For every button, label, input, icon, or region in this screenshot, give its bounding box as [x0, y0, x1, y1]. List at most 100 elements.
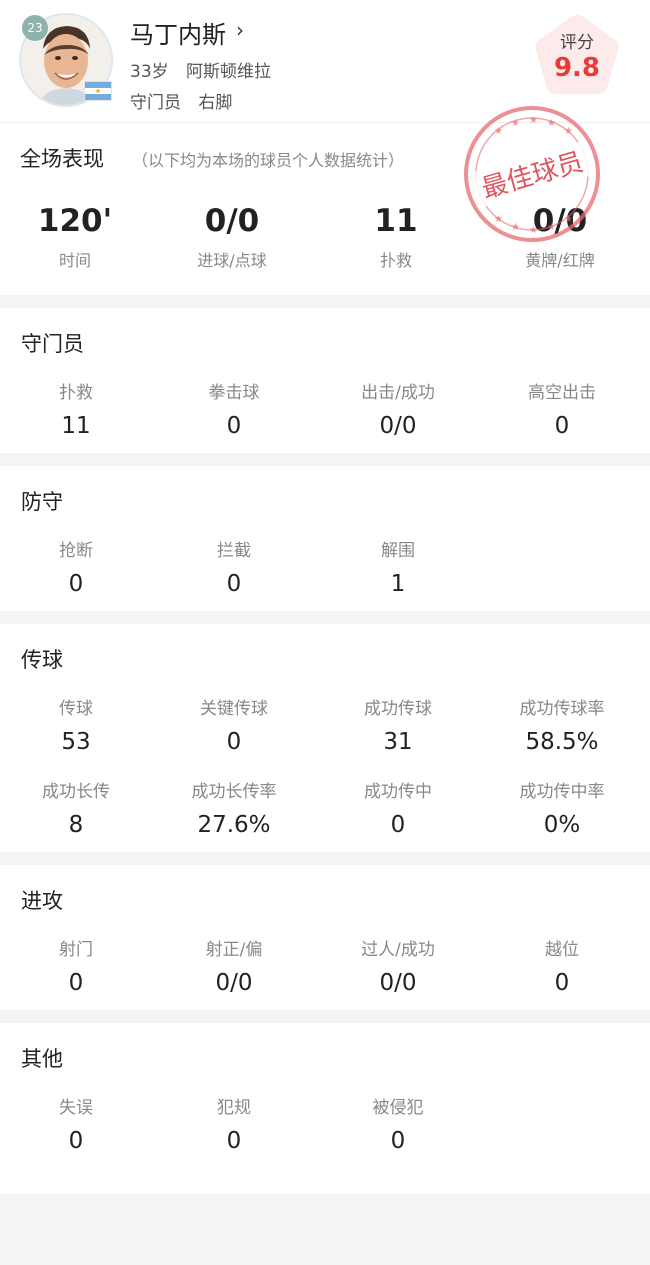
section-goalkeeper: 守门员 扑救 11 拳击球 0 出击/成功 0/0 高空出击 0	[0, 308, 650, 453]
section-divider	[0, 295, 650, 308]
overview-stat-time: 120' 时间	[0, 203, 150, 271]
svg-text:★: ★	[564, 214, 573, 225]
stat-cell: 关键传球 0	[152, 698, 316, 755]
stat-label: 拦截	[217, 541, 251, 561]
stat-value: 0	[226, 729, 242, 755]
stat-value: 1	[390, 571, 406, 597]
stat-value: 120'	[37, 203, 113, 239]
stat-label: 扑救	[59, 383, 93, 403]
svg-text:★: ★	[547, 118, 556, 129]
section-title: 其他	[21, 1047, 63, 1071]
stat-label: 扑救	[379, 251, 412, 270]
stat-value: 27.6%	[197, 812, 271, 838]
stat-label: 成功传中	[364, 782, 432, 802]
stat-label: 拳击球	[208, 383, 260, 403]
section-title: 进攻	[21, 889, 63, 913]
stat-cell: 解围 1	[316, 540, 480, 597]
stat-cell: 扑救 11	[0, 382, 152, 439]
stat-row: 成功长传 8 成功长传率 27.6% 成功传中 0 成功传中率 0%	[0, 781, 650, 838]
stat-cell: 成功长传率 27.6%	[152, 781, 316, 838]
section-defense: 防守 抢断 0 拦截 0 解围 1	[0, 466, 650, 611]
section-divider	[0, 852, 650, 865]
stat-cell: 越位 0	[480, 939, 644, 996]
stat-value: 11	[61, 413, 91, 439]
stat-value: 0	[226, 413, 242, 439]
section-other: 其他 失误 0 犯规 0 被侵犯 0	[0, 1023, 650, 1194]
stat-cell: 成功传球 31	[316, 698, 480, 755]
overview-stat-goals: 0/0 进球/点球	[150, 203, 314, 271]
stat-row: 扑救 11 拳击球 0 出击/成功 0/0 高空出击 0	[0, 382, 650, 439]
stat-value: 0	[554, 970, 570, 996]
player-club[interactable]: 阿斯顿维拉	[186, 62, 271, 82]
stat-cell: 犯规 0	[152, 1097, 316, 1154]
stat-label: 犯规	[217, 1098, 251, 1118]
stat-value: 0	[68, 970, 84, 996]
svg-text:★: ★	[511, 118, 520, 129]
rating-value: 9.8	[553, 53, 601, 83]
stat-value: 0	[68, 1128, 84, 1154]
rating-badge: 评分 9.8	[531, 12, 623, 100]
stat-label: 射门	[59, 940, 93, 960]
stat-cell: 出击/成功 0/0	[316, 382, 480, 439]
stat-label: 成功长传	[42, 782, 110, 802]
svg-text:★: ★	[511, 222, 520, 233]
stat-value: 0	[226, 1128, 242, 1154]
player-foot: 右脚	[198, 93, 233, 113]
section-title: 防守	[21, 490, 63, 514]
stat-label: 成功传球率	[519, 699, 605, 719]
stat-cell: 成功传中率 0%	[480, 781, 644, 838]
stat-label: 成功传中率	[519, 782, 605, 802]
player-meta-line-1: 33岁 阿斯顿维拉	[130, 57, 271, 82]
section-divider	[0, 1010, 650, 1023]
stat-cell: 拦截 0	[152, 540, 316, 597]
stat-value: 0/0	[215, 970, 253, 996]
stat-cell: 拳击球 0	[152, 382, 316, 439]
player-position: 守门员	[130, 93, 181, 113]
stat-cell: 被侵犯 0	[316, 1097, 480, 1154]
svg-text:★: ★	[529, 115, 538, 126]
stat-value: 0/0	[204, 203, 260, 239]
overview-stat-saves: 11 扑救	[314, 203, 478, 271]
section-attack: 进攻 射门 0 射正/偏 0/0 过人/成功 0/0 越位 0	[0, 865, 650, 1010]
stat-cell: 成功传中 0	[316, 781, 480, 838]
stat-value: 0%	[543, 812, 581, 838]
stat-row: 射门 0 射正/偏 0/0 过人/成功 0/0 越位 0	[0, 939, 650, 996]
stat-label: 被侵犯	[372, 1098, 424, 1118]
stat-cell: 射正/偏 0/0	[152, 939, 316, 996]
svg-text:★: ★	[547, 222, 556, 233]
stat-cell: 传球 53	[0, 698, 152, 755]
chevron-right-icon[interactable]: ›	[236, 18, 244, 42]
stat-cell: 射门 0	[0, 939, 152, 996]
stat-row: 失误 0 犯规 0 被侵犯 0	[0, 1097, 650, 1154]
stat-row: 抢断 0 拦截 0 解围 1	[0, 540, 650, 597]
stat-row: 传球 53 关键传球 0 成功传球 31 成功传球率 58.5%	[0, 698, 650, 755]
stat-label: 成功长传率	[191, 782, 277, 802]
section-divider	[0, 611, 650, 624]
stat-value: 0	[554, 413, 570, 439]
player-name[interactable]: 马丁内斯	[130, 15, 226, 50]
stat-value: 0/0	[379, 970, 417, 996]
stat-label: 失误	[59, 1098, 93, 1118]
overview-note: （以下均为本场的球员个人数据统计）	[132, 151, 405, 170]
jersey-number-badge: 23	[22, 15, 48, 41]
stat-label: 过人/成功	[361, 940, 435, 960]
stat-value: 0	[68, 571, 84, 597]
stat-value: 58.5%	[525, 729, 599, 755]
stat-value: 53	[61, 729, 91, 755]
stat-label: 出击/成功	[361, 383, 435, 403]
stat-value: 31	[383, 729, 413, 755]
stat-label: 解围	[381, 541, 415, 561]
stat-value: 0	[390, 812, 406, 838]
stat-label: 黄牌/红牌	[525, 251, 595, 270]
stat-label: 射正/偏	[205, 940, 263, 960]
svg-text:★: ★	[564, 126, 573, 137]
best-player-stamp: ★★ ★ ★★ ★★ ★ ★★ 最佳球员	[464, 106, 600, 242]
player-age: 33岁	[130, 62, 169, 82]
rating-label: 评分	[560, 33, 594, 53]
section-title: 传球	[21, 648, 63, 672]
stat-cell: 过人/成功 0/0	[316, 939, 480, 996]
section-title: 守门员	[21, 332, 84, 356]
stat-label: 关键传球	[200, 699, 268, 719]
stat-value: 0	[390, 1128, 406, 1154]
stat-cell: 抢断 0	[0, 540, 152, 597]
